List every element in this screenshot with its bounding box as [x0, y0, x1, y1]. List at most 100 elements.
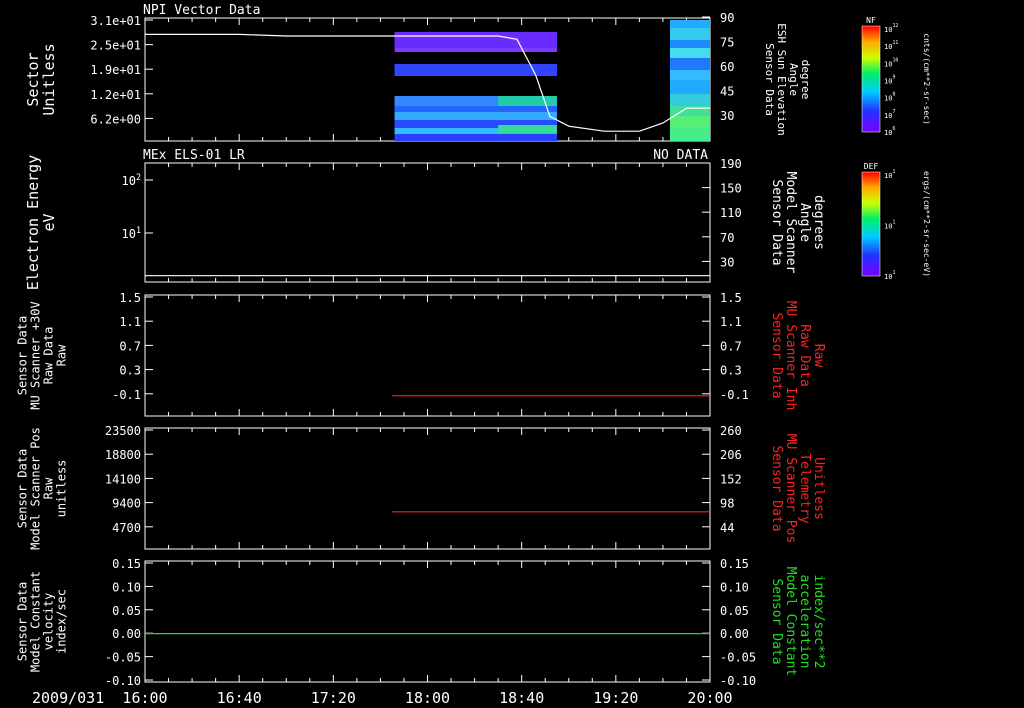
- y2-axis-label: Sensor Data: [769, 445, 784, 531]
- y2-axis-label: degree: [799, 60, 812, 100]
- y2-tick-label: 75: [720, 36, 734, 50]
- y2-tick-label: 190: [720, 157, 742, 171]
- y2-axis-label: index/sec**2: [811, 575, 826, 669]
- spectrogram-cell: [394, 134, 557, 141]
- colorbar-label: DEF: [864, 162, 879, 171]
- y-tick-label: -0.1: [112, 388, 141, 402]
- y2-tick-label: 30: [720, 109, 734, 123]
- y2-tick-label: 0.3: [720, 364, 742, 378]
- colorbar-tick-label: 1010: [884, 57, 898, 68]
- colorbar-tick-label: 106: [884, 126, 895, 137]
- y-tick-label: 1.1: [119, 315, 141, 329]
- y-axis-label: Sensor Data: [16, 449, 30, 528]
- panel-frame: [144, 560, 711, 683]
- colorbar-tick-label: 101: [884, 169, 895, 180]
- y2-axis-label: Unitless: [811, 457, 826, 520]
- y2-tick-label: 0.05: [720, 604, 749, 618]
- panel-els: 1021011901501107030MEx ELS-01 LR NO DATAE…: [24, 148, 826, 290]
- spectrogram-cell: [669, 94, 710, 106]
- y2-axis-label: Sensor Data: [769, 179, 784, 265]
- spectrogram-cell: [669, 28, 710, 40]
- y-tick-label: 101: [122, 225, 142, 241]
- y-tick-label: 0.10: [112, 580, 141, 594]
- y2-tick-label: 0.15: [720, 557, 749, 571]
- y2-axis-label: Model Scanner: [783, 172, 798, 274]
- y-tick-label: 18800: [105, 448, 141, 462]
- spectrogram-cell: [669, 70, 710, 80]
- y2-axis-label: Raw: [811, 344, 826, 368]
- y-tick-label: 102: [122, 172, 142, 188]
- colorbar-tick-label: 1011: [884, 40, 898, 51]
- y-axis-label: Raw: [55, 344, 69, 366]
- y2-tick-label: 44: [720, 521, 734, 535]
- y2-axis-label: acceleration: [797, 575, 812, 669]
- y-axis-label: eV: [40, 213, 58, 231]
- colorbar-units: cnts/(cm**2-sr-sec): [922, 33, 931, 125]
- spectrogram-cell: [669, 116, 710, 128]
- y-axis-label: Model Constant: [29, 571, 43, 672]
- y-tick-label: 1.9e+01: [90, 63, 141, 77]
- y-axis-label: Sensor Data: [16, 316, 30, 395]
- panel-scanner_pos: 23500 18800 14100 9400 4700 260 206 152 98 44 Sens…: [16, 424, 827, 550]
- y2-tick-label: 0.7: [720, 339, 742, 353]
- colorbar-tick-label: 109: [884, 75, 895, 86]
- y-axis-label: Raw Data: [42, 327, 56, 385]
- y2-tick-label: -0.1: [720, 388, 749, 402]
- y-axis-label: Sensor Data: [16, 582, 30, 661]
- colorbar-units: ergs/(cm**2-sr-sec-eV): [922, 171, 931, 277]
- spectrogram-cell: [394, 106, 557, 112]
- colorbar-label: NF: [866, 16, 876, 25]
- y2-tick-label: -0.05: [720, 651, 756, 665]
- y2-axis-label: Sensor Data: [769, 578, 784, 664]
- y-axis-label: unitless: [55, 460, 69, 518]
- y2-tick-label: 30: [720, 255, 734, 269]
- y2-tick-label: 206: [720, 448, 742, 462]
- y2-tick-label: 90: [720, 11, 734, 25]
- spectrogram-cell: [669, 58, 710, 70]
- spectrogram-cell: [669, 20, 710, 28]
- colorbar-tick-label: 108: [884, 92, 895, 103]
- y2-tick-label: 1.5: [720, 291, 742, 305]
- colorbar-gradient: [861, 25, 881, 133]
- y-tick-label: 0.3: [119, 364, 141, 378]
- y2-tick-label: 60: [720, 60, 734, 74]
- y-tick-label: 4700: [112, 521, 141, 535]
- panel-status: NO DATA: [653, 148, 708, 163]
- y2-tick-label: 150: [720, 182, 742, 196]
- colorbar-tick-label: 101: [884, 270, 895, 281]
- y2-tick-label: 152: [720, 472, 742, 486]
- colorbar-def: DEF 101 101 101 ergs/(cm**2-sr-sec-eV): [861, 162, 931, 281]
- y-tick-label: 0.15: [112, 557, 141, 571]
- panel-title: NPI Vector Data: [143, 3, 260, 18]
- y-tick-label: -0.05: [105, 651, 141, 665]
- y2-tick-label: -0.10: [720, 674, 756, 688]
- date-label: 2009/031: [32, 689, 104, 707]
- chart-canvas: 3.1e+01 2.5e+01 1.9e+01 1.2e+01 6.2e+00 90 75 6…: [16, 3, 932, 707]
- x-tick-label: 19:20: [593, 689, 638, 707]
- y2-axis-label: Model Constant: [783, 567, 798, 677]
- y-tick-label: 14100: [105, 472, 141, 486]
- y-tick-label: 1.2e+01: [90, 88, 141, 102]
- panel-frame: [144, 162, 711, 283]
- y-axis-label: index/sec: [55, 589, 69, 654]
- spectrogram-cell: [394, 32, 557, 48]
- spectrogram-cell: [669, 80, 710, 94]
- x-tick-label: 20:00: [687, 689, 732, 707]
- y2-tick-label: 1.1: [720, 315, 742, 329]
- colorbar-gradient: [861, 171, 881, 277]
- y2-tick-label: 45: [720, 85, 734, 99]
- colorbar-tick-label: 101: [884, 220, 895, 231]
- y2-axis-label: MU Scanner Inh: [783, 301, 798, 411]
- y-tick-label: 9400: [112, 497, 141, 511]
- y2-tick-label: 260: [720, 424, 742, 438]
- panel-frame: [144, 427, 711, 550]
- y-axis-label: velocity: [42, 593, 56, 651]
- panel-frame: [144, 294, 711, 417]
- y2-tick-label: 0.10: [720, 580, 749, 594]
- colorbar-tick-label: 1012: [884, 23, 898, 34]
- colorbar-tick-label: 107: [884, 109, 895, 120]
- spectrogram-cell: [394, 112, 557, 120]
- spectrogram-cell: [498, 125, 557, 133]
- y2-axis-label: MU Scanner Pos: [783, 434, 798, 544]
- y-tick-label: 0.05: [112, 604, 141, 618]
